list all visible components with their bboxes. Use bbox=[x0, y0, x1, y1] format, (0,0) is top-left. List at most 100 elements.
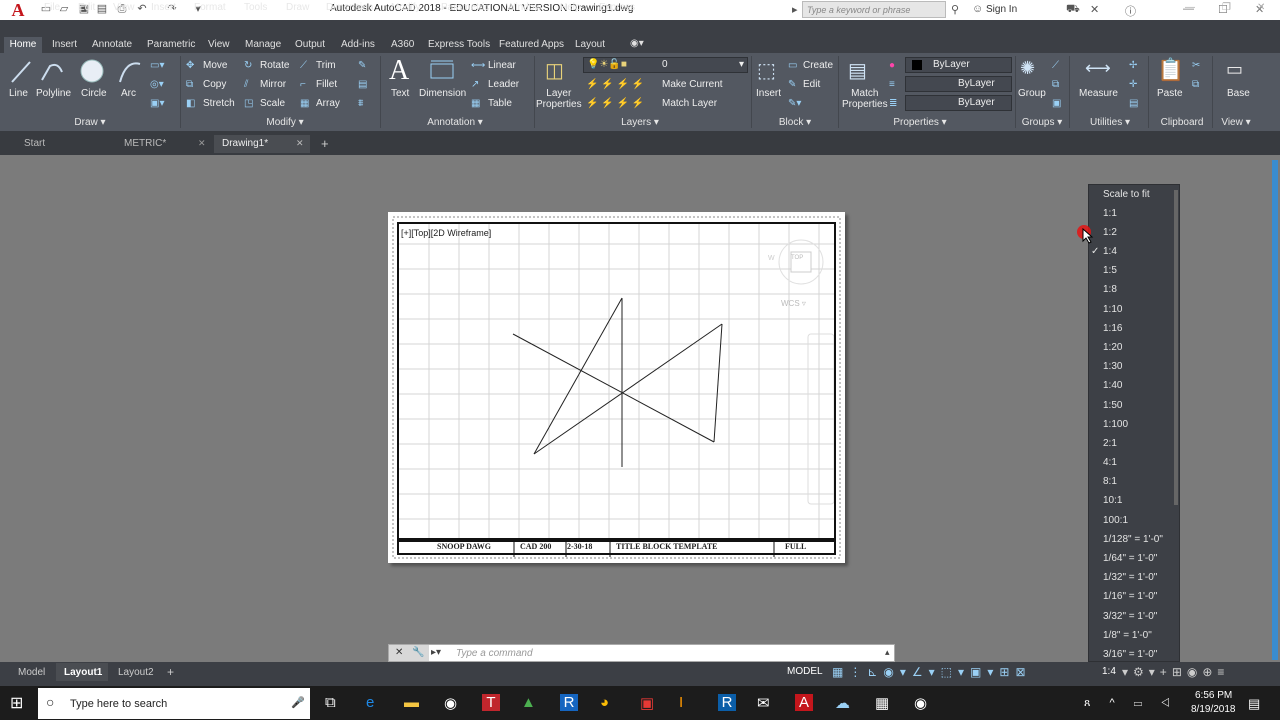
doc-tab-metric[interactable]: METRIC* bbox=[116, 135, 211, 153]
scale-option[interactable]: 1:2 bbox=[1103, 227, 1117, 238]
tab-express-tools[interactable]: Express Tools bbox=[428, 39, 490, 50]
layer-tools-row2-icons[interactable]: ⚡ ⚡ ⚡ ⚡ bbox=[586, 98, 644, 109]
tray-time[interactable]: 6:56 PM bbox=[1195, 690, 1232, 701]
scale-option[interactable]: 1:50 bbox=[1103, 400, 1122, 411]
menu-insert[interactable]: Insert bbox=[151, 2, 176, 13]
menu-draw[interactable]: Draw bbox=[286, 2, 309, 13]
copy-clip-icon[interactable]: ⧉ bbox=[1192, 79, 1199, 90]
table-button[interactable]: Table bbox=[488, 98, 512, 109]
menu-express[interactable]: Express bbox=[599, 2, 635, 13]
add-tab-icon[interactable]: + bbox=[321, 136, 329, 151]
taskbar-search-input[interactable]: Type here to search bbox=[70, 698, 167, 710]
stretch-button[interactable]: Stretch bbox=[203, 98, 235, 109]
scale-option[interactable]: 1/32" = 1'-0" bbox=[1103, 572, 1157, 583]
undo-icon[interactable]: ↶ bbox=[136, 3, 148, 16]
paste-button[interactable]: Paste bbox=[1157, 88, 1183, 99]
layers-panel-label[interactable]: Layers ▾ bbox=[610, 117, 670, 131]
user-icon[interactable]: ☺ bbox=[972, 3, 983, 15]
block-panel-label[interactable]: Block ▾ bbox=[770, 117, 820, 131]
fillet-button[interactable]: Fillet bbox=[316, 79, 337, 90]
mirror-button[interactable]: Mirror bbox=[260, 79, 286, 90]
menu-scrollbar[interactable] bbox=[1174, 190, 1178, 505]
menu-help[interactable]: Help bbox=[560, 2, 581, 13]
vertical-scrollbar[interactable] bbox=[1272, 160, 1278, 660]
rectangle-icon[interactable]: ▭▾ bbox=[150, 60, 164, 71]
array-button[interactable]: Array bbox=[316, 98, 340, 109]
xbox-icon[interactable]: ◉ bbox=[444, 694, 457, 712]
mail-icon[interactable]: ✉ bbox=[757, 694, 770, 712]
status-right-icons[interactable]: ▾⚙▾+⊞◉⊕≡ bbox=[1122, 665, 1229, 679]
command-input[interactable]: Type a command bbox=[456, 648, 533, 659]
arc-button[interactable]: Arc bbox=[121, 88, 136, 99]
cut-icon[interactable]: ✂ bbox=[1192, 60, 1200, 71]
sign-in-button[interactable]: Sign In bbox=[986, 4, 1017, 15]
menu-format[interactable]: Format bbox=[194, 2, 226, 13]
leader-button[interactable]: Leader bbox=[488, 79, 519, 90]
task-view-icon[interactable]: ⧉ bbox=[325, 694, 336, 711]
scale-option[interactable]: 3/32" = 1'-0" bbox=[1103, 611, 1157, 622]
close-icon[interactable]: ✕ bbox=[395, 647, 403, 658]
app-t-icon[interactable]: T bbox=[482, 694, 500, 711]
scale-option[interactable]: 1/128" = 1'-0" bbox=[1103, 534, 1163, 545]
layout-viewport[interactable] bbox=[397, 222, 836, 540]
groups-panel-label[interactable]: Groups ▾ bbox=[1018, 117, 1066, 131]
google-drive-icon[interactable]: ▲ bbox=[521, 694, 536, 711]
layout-tab-model[interactable]: Model bbox=[12, 663, 52, 681]
calculator-icon[interactable]: ▤ bbox=[1129, 98, 1138, 109]
tab-layout[interactable]: Layout bbox=[575, 39, 605, 50]
polyline-button[interactable]: Polyline bbox=[36, 88, 71, 99]
revit-2-icon[interactable]: R bbox=[718, 694, 736, 711]
tab-view[interactable]: View bbox=[208, 39, 230, 50]
menu-dimension[interactable]: Dimension bbox=[326, 2, 373, 13]
wcs-menu[interactable]: WCS ▿ bbox=[781, 299, 806, 308]
trim-button[interactable]: Trim bbox=[316, 60, 336, 71]
close-tab-icon[interactable]: ✕ bbox=[198, 138, 206, 149]
scale-option[interactable]: 1:5 bbox=[1103, 265, 1117, 276]
match-properties-button[interactable]: Match Properties bbox=[842, 88, 888, 110]
cart-icon[interactable]: ⛟ bbox=[1066, 3, 1080, 17]
scale-option-selected[interactable]: 1:4 bbox=[1103, 246, 1117, 257]
region-icon[interactable]: ▣▾ bbox=[150, 98, 164, 109]
layout-tab-layout2[interactable]: Layout2 bbox=[112, 663, 164, 681]
scale-option[interactable]: 1/16" = 1'-0" bbox=[1103, 591, 1157, 602]
scale-option[interactable]: 100:1 bbox=[1103, 515, 1128, 526]
dimension-button[interactable]: Dimension bbox=[419, 88, 466, 99]
make-current-button[interactable]: Make Current bbox=[662, 79, 723, 90]
exchange-icon[interactable]: ✕ bbox=[1090, 3, 1099, 16]
tab-add-ins[interactable]: Add-ins bbox=[341, 39, 375, 50]
scale-option[interactable]: 2:1 bbox=[1103, 438, 1117, 449]
menu-file[interactable]: File bbox=[44, 2, 60, 13]
viewport-controls-label[interactable]: [+][Top][2D Wireframe] bbox=[401, 228, 491, 238]
menu-view[interactable]: View bbox=[113, 2, 135, 13]
layer-properties-button[interactable]: Layer Properties bbox=[536, 88, 582, 110]
save-as-icon[interactable]: ▤ bbox=[96, 3, 108, 16]
model-space-toggle[interactable]: MODEL bbox=[787, 666, 823, 677]
text-button[interactable]: Text bbox=[391, 88, 409, 99]
scale-option[interactable]: 1:8 bbox=[1103, 284, 1117, 295]
scale-option[interactable]: 1:16 bbox=[1103, 323, 1122, 334]
linear-button[interactable]: Linear bbox=[488, 60, 516, 71]
close-tab-icon[interactable]: ✕ bbox=[296, 138, 304, 149]
scale-option[interactable]: 1:10 bbox=[1103, 304, 1122, 315]
tray-date[interactable]: 8/19/2018 bbox=[1191, 704, 1236, 715]
add-layout-icon[interactable]: + bbox=[167, 665, 174, 679]
viewport-scale-button[interactable]: 1:4 bbox=[1102, 666, 1116, 677]
status-toggle-icons[interactable]: ▦⋮⊾◉▾∠▾⬚▾▣▾⊞⊠ bbox=[832, 665, 1032, 679]
quick-select-icon[interactable]: ✛ bbox=[1129, 79, 1137, 90]
scale-option[interactable]: 3/16" = 1'-0" bbox=[1103, 649, 1157, 660]
line-button[interactable]: Line bbox=[9, 88, 28, 99]
wrench-icon[interactable]: 🔧 bbox=[412, 647, 424, 658]
erase-icon[interactable]: ✎ bbox=[358, 60, 366, 71]
command-prompt-icon[interactable]: ▸▾ bbox=[431, 647, 441, 658]
ribbon-toggle-icon[interactable]: ◉▾ bbox=[630, 38, 644, 49]
tray-icons[interactable]: ጸ ^ ▭ ◁ bbox=[1084, 697, 1178, 710]
view-panel-label[interactable]: View ▾ bbox=[1212, 117, 1260, 131]
annotation-panel-label[interactable]: Annotation ▾ bbox=[420, 117, 490, 131]
scale-option[interactable]: 1/64" = 1'-0" bbox=[1103, 553, 1157, 564]
scale-option-scale-to-fit[interactable]: Scale to fit bbox=[1103, 189, 1150, 200]
draw-panel-label[interactable]: Draw ▾ bbox=[60, 117, 120, 131]
hatch-icon[interactable]: ◎▾ bbox=[150, 79, 164, 90]
layout-tab-layout1[interactable]: Layout1 bbox=[56, 663, 108, 681]
doc-tab-start[interactable]: Start bbox=[16, 135, 106, 153]
menu-modify[interactable]: Modify bbox=[391, 2, 420, 13]
